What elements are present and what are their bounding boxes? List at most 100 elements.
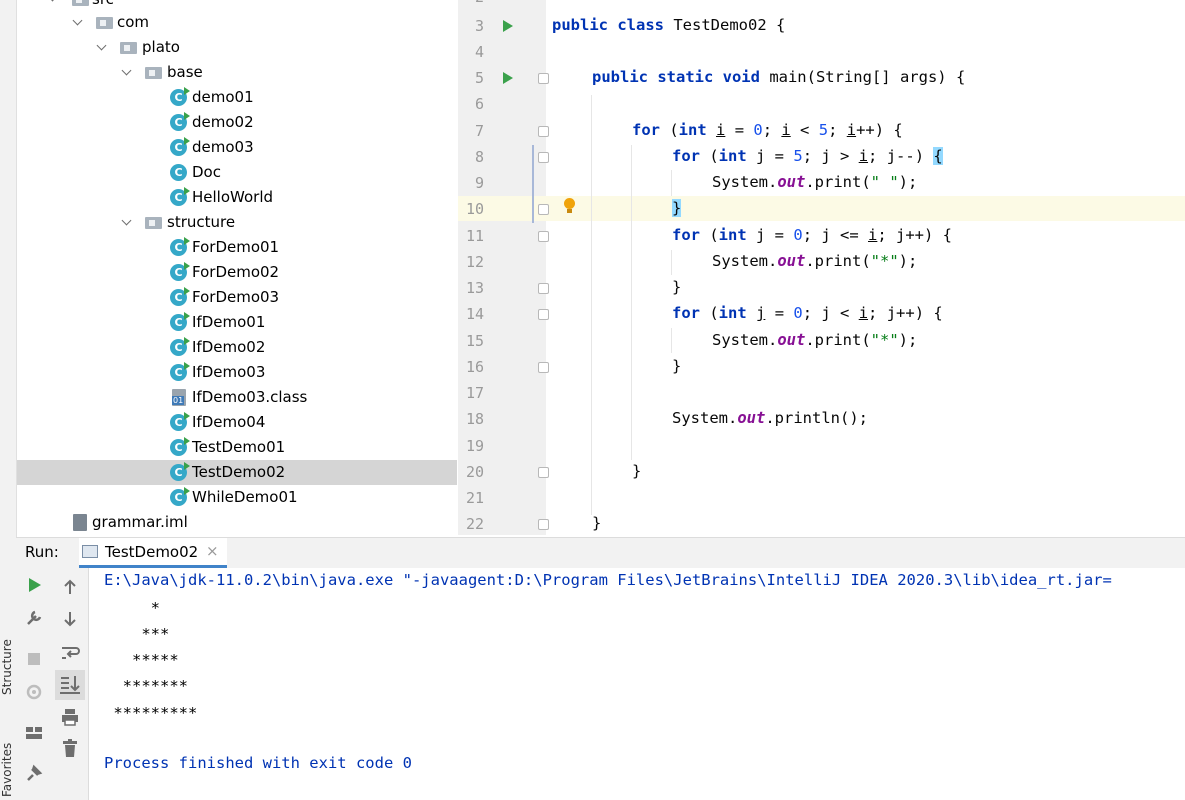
run-label: Run: — [25, 543, 59, 561]
line-number: 22 — [465, 515, 484, 533]
tree-item-label: ForDemo01 — [192, 238, 280, 256]
run-class-icon[interactable] — [503, 20, 513, 32]
arrow-down-icon[interactable] — [58, 607, 82, 631]
fold-icon[interactable] — [538, 152, 549, 163]
chevron-down-icon[interactable] — [121, 65, 132, 76]
line-number: 14 — [465, 305, 484, 323]
line-number: 19 — [465, 437, 484, 455]
console-line: ******* — [104, 677, 188, 695]
line-number: 17 — [465, 384, 484, 402]
line-number: 21 — [465, 489, 484, 507]
fold-icon[interactable] — [538, 231, 549, 242]
structure-tab[interactable]: Structure — [0, 639, 14, 695]
java-class-icon: C — [170, 87, 190, 106]
tree-item-label: demo03 — [192, 138, 254, 156]
tree-item-label: IfDemo01 — [192, 313, 266, 331]
scroll-to-end-icon[interactable] — [55, 670, 85, 700]
chevron-down-icon[interactable] — [72, 15, 83, 26]
tree-item-label: demo02 — [192, 113, 254, 131]
tree-item-label: src — [92, 0, 114, 12]
fold-icon[interactable] — [538, 204, 549, 215]
line-number: 11 — [465, 227, 484, 245]
fold-icon[interactable] — [538, 362, 549, 373]
left-tool-strip: Structure Favorites — [0, 0, 17, 800]
java-class-icon: C — [170, 112, 190, 131]
tree-item-label: TestDemo01 — [192, 438, 286, 456]
favorites-tab[interactable]: Favorites — [0, 743, 14, 797]
line-number: 10 — [465, 200, 484, 218]
package-icon — [120, 42, 137, 54]
tree-item-label: ForDemo02 — [192, 263, 280, 281]
intention-bulb-icon[interactable] — [564, 198, 575, 213]
indent-guide — [671, 328, 672, 353]
line-number: 9 — [474, 174, 484, 192]
console-line: * — [104, 599, 160, 617]
fold-icon[interactable] — [538, 467, 549, 478]
run-panel-header: Run: TestDemo02 × — [16, 537, 1185, 569]
project-tree: src com plato base C demo01 C demo02 C d… — [17, 0, 457, 535]
package-icon — [96, 17, 113, 29]
line-number: 16 — [465, 358, 484, 376]
java-class-icon: C — [170, 187, 190, 206]
java-class-icon: C — [170, 164, 187, 181]
layout-icon[interactable] — [22, 721, 46, 745]
code-line-7: for (int i = 0; i < 5; i++) { — [632, 121, 903, 139]
change-marker — [532, 145, 534, 223]
soft-wrap-icon[interactable] — [58, 641, 82, 665]
code-line-18: System.out.println(); — [672, 409, 868, 427]
trash-icon[interactable] — [58, 736, 82, 760]
tree-item-label: IfDemo03.class — [192, 388, 308, 406]
java-class-icon: C — [170, 437, 190, 456]
java-class-icon: C — [170, 262, 190, 281]
code-line-3: public class TestDemo02 { — [552, 16, 786, 34]
java-class-icon: C — [170, 287, 190, 306]
pin-icon[interactable] — [22, 761, 46, 785]
java-class-icon: C — [170, 362, 190, 381]
fold-icon[interactable] — [538, 309, 549, 320]
tree-item-label: demo01 — [192, 88, 254, 106]
fold-icon[interactable] — [538, 126, 549, 137]
code-line-5: public static void main(String[] args) { — [592, 68, 966, 86]
chevron-down-icon[interactable] — [96, 40, 107, 51]
fold-icon[interactable] — [538, 283, 549, 294]
console-line: ***** — [104, 651, 179, 669]
java-class-icon: C — [170, 412, 190, 431]
close-icon[interactable]: × — [206, 542, 219, 560]
console-line: *** — [104, 625, 170, 643]
line-number: 20 — [465, 463, 484, 481]
console-exit-line: Process finished with exit code 0 — [104, 754, 412, 772]
tree-item-label: structure — [167, 213, 236, 231]
code-line-10: } — [672, 199, 682, 217]
java-class-icon: C — [170, 337, 190, 356]
tree-item-label: IfDemo02 — [192, 338, 266, 356]
tree-item-label: com — [117, 13, 150, 31]
tree-item-label: Doc — [192, 163, 221, 181]
chevron-down-icon[interactable] — [47, 0, 58, 2]
package-icon — [145, 217, 162, 229]
wrench-icon[interactable] — [22, 606, 46, 630]
rerun-icon[interactable] — [22, 573, 46, 597]
fold-icon[interactable] — [538, 73, 549, 84]
line-number: 2 — [458, 0, 484, 6]
code-line-9: System.out.print(" "); — [712, 173, 918, 191]
stop-icon[interactable] — [22, 647, 46, 671]
indent-guide — [671, 250, 672, 275]
java-class-icon: C — [170, 237, 190, 256]
fold-icon[interactable] — [538, 519, 549, 530]
code-line-16: } — [672, 357, 682, 375]
line-number: 7 — [474, 122, 484, 140]
java-class-icon: C — [170, 137, 190, 156]
chevron-down-icon[interactable] — [121, 215, 132, 226]
indent-guide — [591, 95, 592, 515]
print-icon[interactable] — [58, 705, 82, 729]
tree-item-label: base — [167, 63, 203, 81]
indent-guide — [631, 145, 632, 460]
arrow-up-icon[interactable] — [58, 575, 82, 599]
run-main-icon[interactable] — [503, 72, 513, 84]
tree-item-testdemo02[interactable]: C TestDemo02 — [17, 460, 457, 485]
run-tab-testdemo02[interactable]: TestDemo02 × — [79, 538, 227, 568]
structure-tab-label: Structure — [0, 639, 14, 695]
restore-layout-icon[interactable] — [22, 680, 46, 704]
tree-item-label: IfDemo03 — [192, 363, 266, 381]
code-line-15: System.out.print("*"); — [712, 331, 918, 349]
